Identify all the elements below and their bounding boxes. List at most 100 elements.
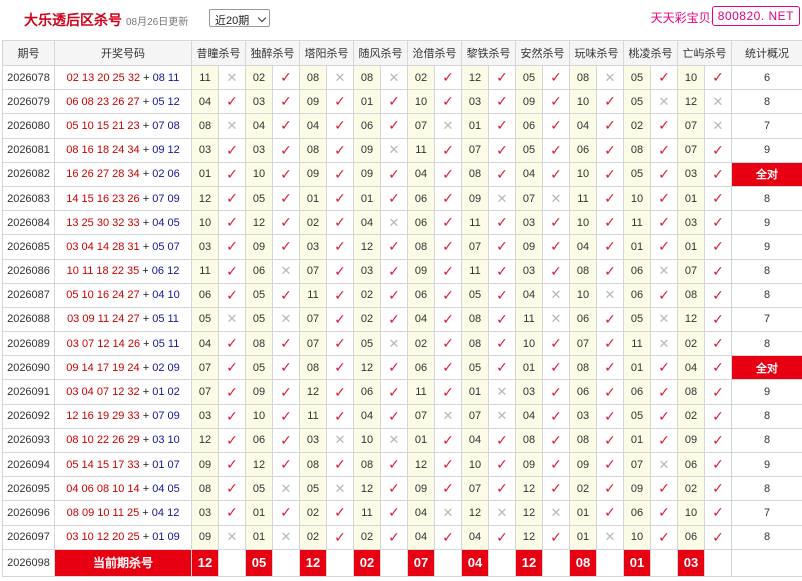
kill-number: 02	[299, 210, 327, 236]
cross-icon: ✕	[218, 306, 246, 333]
kill-number: 07	[677, 137, 705, 163]
page-title: 大乐透后区杀号	[24, 12, 122, 28]
check-icon: ✓	[326, 234, 354, 260]
check-mark: ✓	[550, 407, 562, 424]
check-icon: ✓	[218, 500, 246, 526]
kill-number: 11	[299, 282, 327, 308]
stat-cell: 8	[731, 89, 802, 115]
check-mark: ✓	[550, 456, 562, 473]
check-icon: ✓	[704, 379, 732, 405]
period-cell: 2026078	[2, 64, 55, 91]
column-header: 期号	[2, 40, 55, 66]
plus-sign: +	[139, 240, 153, 253]
kill-number: 03	[191, 234, 219, 260]
kill-number: 01	[407, 427, 435, 454]
stat-cell: 9	[731, 379, 802, 405]
check-mark: ✓	[442, 456, 454, 473]
check-icon: ✓	[704, 331, 732, 357]
check-mark: ✓	[604, 310, 616, 327]
back-numbers: 04 12	[151, 506, 180, 519]
check-mark: ✓	[334, 528, 346, 545]
check-icon: ✓	[488, 137, 516, 163]
check-mark: ✓	[226, 407, 238, 424]
kill-number: 05	[623, 403, 651, 429]
check-mark: ✓	[496, 431, 508, 448]
cross-icon: ✕	[542, 500, 570, 526]
cross-icon: ✕	[488, 185, 516, 212]
check-mark: ✓	[550, 214, 562, 231]
winning-numbers-cell: 08 09 10 11 25 + 04 12	[54, 500, 192, 526]
cross-icon: ✕	[650, 451, 678, 478]
check-icon: ✓	[596, 451, 624, 478]
cross-mark: ✕	[442, 504, 454, 520]
check-icon: ✓	[704, 137, 732, 163]
front-numbers: 08 09 10 11 25	[66, 506, 140, 519]
empty-cell	[542, 548, 570, 577]
check-icon: ✓	[488, 524, 516, 550]
brand-text: 天天彩宝贝,	[650, 11, 714, 25]
check-mark: ✓	[604, 383, 616, 400]
check-icon: ✓	[596, 161, 624, 187]
cross-mark: ✕	[442, 117, 454, 133]
check-mark: ✓	[550, 165, 562, 182]
check-icon: ✓	[434, 89, 462, 115]
back-numbers: 05 11	[152, 313, 179, 326]
period-select[interactable]: 近20期	[209, 9, 270, 27]
check-icon: ✓	[272, 113, 300, 139]
plus-sign: +	[139, 192, 153, 205]
front-numbers: 12 16 19 29 33	[66, 410, 140, 423]
check-icon: ✓	[596, 234, 624, 260]
kill-number: 08	[245, 331, 273, 357]
stat-cell: 全对	[731, 161, 802, 187]
kill-number: 03	[515, 379, 543, 405]
check-icon: ✓	[218, 331, 246, 357]
kill-number: 06	[677, 524, 705, 550]
cross-icon: ✕	[434, 403, 462, 429]
check-icon: ✓	[218, 451, 246, 478]
kill-number: 06	[407, 185, 435, 212]
update-date: 08月26日更新	[126, 17, 189, 28]
check-icon: ✓	[650, 500, 678, 526]
kill-number: 11	[191, 258, 219, 284]
chevron-down-icon	[257, 13, 267, 23]
period-cell: 2026098	[2, 548, 55, 577]
plus-sign: +	[139, 458, 153, 471]
check-icon: ✓	[434, 524, 462, 550]
check-mark: ✓	[442, 431, 454, 448]
kill-number: 07	[461, 137, 489, 163]
check-icon: ✓	[650, 476, 678, 502]
check-icon: ✓	[650, 113, 678, 139]
kill-number: 05	[191, 306, 219, 333]
table-row: 2026084 13 25 30 32 33 + 04 05 10 ✓ 12 ✓ 02 ✓ 04…	[2, 210, 802, 236]
check-mark: ✓	[604, 456, 616, 473]
check-mark: ✓	[334, 238, 346, 255]
check-icon: ✓	[650, 185, 678, 212]
site-link[interactable]: 800820. NET	[711, 6, 800, 26]
check-icon: ✓	[488, 234, 516, 260]
kill-number: 04	[191, 89, 219, 115]
kill-number: 09	[515, 89, 543, 115]
check-mark: ✓	[280, 190, 292, 207]
check-mark: ✓	[712, 456, 724, 473]
stat-cell: 7	[731, 500, 802, 526]
check-mark: ✓	[712, 141, 724, 158]
check-mark: ✓	[388, 528, 400, 545]
check-icon: ✓	[704, 476, 732, 502]
check-mark: ✓	[550, 69, 562, 86]
kill-number: 05	[299, 476, 327, 502]
check-icon: ✓	[218, 185, 246, 212]
kill-number: 08	[299, 355, 327, 381]
table-row: 2026092 12 16 19 29 33 + 07 09 03 ✓ 10 ✓ 11 ✓ 04…	[2, 403, 802, 429]
check-mark: ✓	[442, 335, 454, 352]
check-icon: ✓	[380, 306, 408, 333]
check-mark: ✓	[280, 69, 292, 86]
check-icon: ✓	[704, 64, 732, 91]
check-mark: ✓	[712, 528, 724, 545]
empty-cell	[326, 548, 354, 577]
table-row: 2026085 03 04 14 28 31 + 05 07 03 ✓ 09 ✓ 03 ✓ 12…	[2, 234, 802, 260]
back-numbers: 02 09	[152, 361, 180, 374]
check-mark: ✓	[496, 310, 508, 327]
check-mark: ✓	[496, 359, 508, 376]
plus-sign: +	[139, 95, 153, 108]
check-mark: ✓	[388, 383, 400, 400]
